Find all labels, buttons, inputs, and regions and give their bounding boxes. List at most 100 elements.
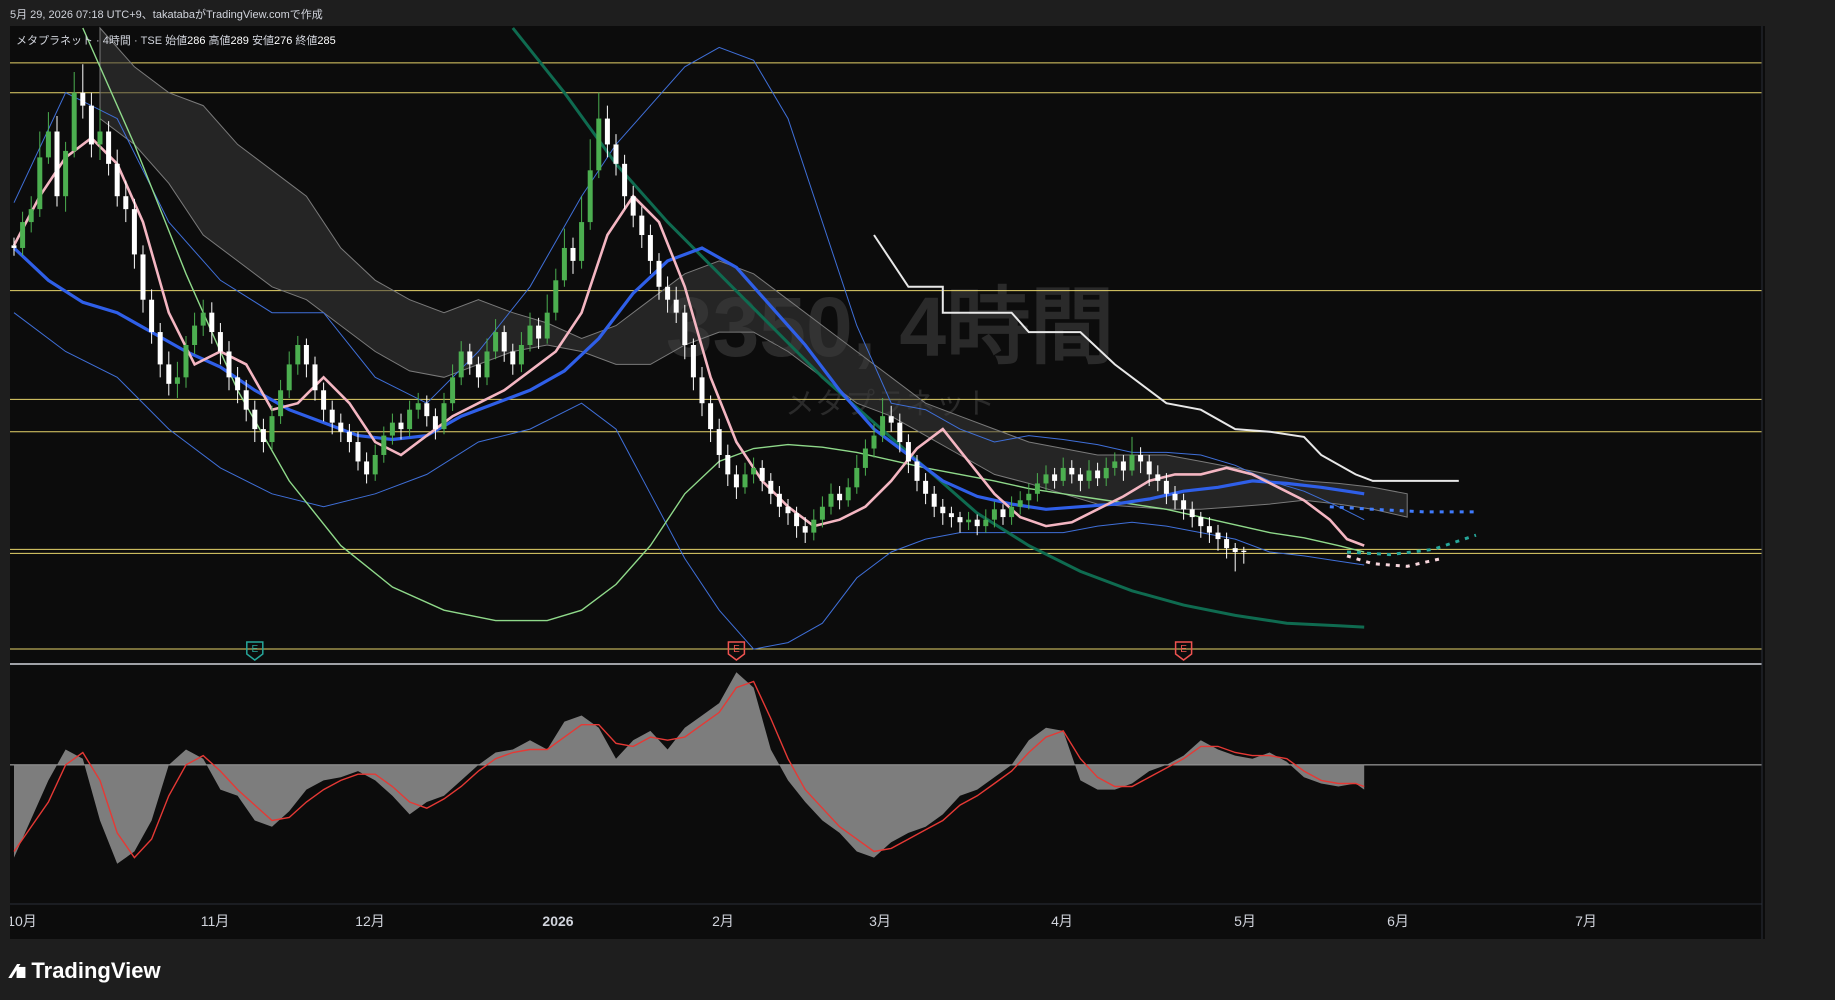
candle-body[interactable] — [708, 403, 714, 430]
candle-body[interactable] — [1034, 483, 1040, 494]
candle-body[interactable] — [570, 247, 576, 261]
candle-body[interactable] — [1077, 474, 1083, 481]
candle-body[interactable] — [501, 332, 507, 352]
candle-body[interactable] — [131, 209, 137, 255]
candle-body[interactable] — [776, 493, 782, 507]
candle-body[interactable] — [407, 409, 413, 430]
candle-body[interactable] — [1009, 506, 1015, 518]
candle-body[interactable] — [862, 448, 868, 468]
candle-body[interactable] — [1206, 526, 1212, 533]
candle-body[interactable] — [458, 351, 464, 378]
candle-body[interactable] — [200, 312, 206, 326]
candle-body[interactable] — [1000, 509, 1006, 518]
candle-body[interactable] — [475, 364, 481, 378]
candle-body[interactable] — [63, 150, 69, 197]
candle-body[interactable] — [794, 513, 800, 527]
candle-body[interactable] — [544, 312, 550, 339]
candle-body[interactable] — [1112, 461, 1118, 468]
tradingview-logo[interactable]: ⁄⁄∎ TradingView — [12, 958, 161, 984]
candle-body[interactable] — [1198, 517, 1204, 527]
candle-body[interactable] — [1232, 548, 1238, 553]
candle-body[interactable] — [802, 526, 808, 533]
candle-body[interactable] — [931, 493, 937, 507]
candle-body[interactable] — [80, 92, 86, 106]
candle-body[interactable] — [303, 345, 309, 365]
candle-body[interactable] — [940, 506, 946, 514]
candle-body[interactable] — [647, 235, 653, 261]
candle-body[interactable] — [97, 131, 103, 145]
candle-body[interactable] — [905, 442, 911, 462]
candle-body[interactable] — [1052, 474, 1058, 481]
candle-body[interactable] — [1129, 454, 1135, 471]
candle-body[interactable] — [71, 92, 77, 151]
candle-body[interactable] — [1215, 532, 1221, 540]
candle-body[interactable] — [587, 170, 593, 223]
candle-body[interactable] — [88, 105, 94, 145]
candle-body[interactable] — [37, 157, 43, 210]
candle-body[interactable] — [450, 377, 456, 404]
candle-body[interactable] — [1060, 467, 1066, 481]
candle-body[interactable] — [518, 345, 524, 365]
candle-body[interactable] — [114, 163, 120, 197]
candle-body[interactable] — [1241, 550, 1247, 553]
candle-body[interactable] — [166, 364, 172, 384]
candle-body[interactable] — [991, 509, 997, 520]
candle-body[interactable] — [1120, 461, 1126, 471]
candle-body[interactable] — [665, 286, 671, 300]
candle-body[interactable] — [1224, 539, 1230, 549]
symbol-legend[interactable]: メタプラネット · 4時間 · TSE 始値286 高値289 安値276 終値… — [16, 33, 336, 47]
candle-body[interactable] — [183, 345, 189, 378]
candle-body[interactable] — [1086, 470, 1092, 481]
candle-body[interactable] — [561, 247, 567, 281]
candle-body[interactable] — [278, 390, 284, 417]
candle-body[interactable] — [355, 442, 361, 462]
candle-body[interactable] — [733, 474, 739, 488]
candle-body[interactable] — [785, 506, 791, 514]
candle-body[interactable] — [28, 209, 34, 223]
candle-body[interactable] — [106, 131, 112, 164]
candle-body[interactable] — [441, 403, 447, 430]
candle-body[interactable] — [123, 196, 129, 210]
price-chart[interactable]: 3350, 4時間メタプラネット EEE 6806005605204804403… — [10, 26, 1765, 939]
candle-body[interactable] — [983, 519, 989, 527]
candle-body[interactable] — [596, 118, 602, 171]
candle-body[interactable] — [235, 377, 241, 391]
candle-body[interactable] — [484, 351, 490, 378]
candle-body[interactable] — [914, 461, 920, 481]
candle-body[interactable] — [837, 493, 843, 501]
candle-body[interactable] — [966, 519, 972, 523]
candle-body[interactable] — [871, 435, 877, 449]
candle-body[interactable] — [1069, 467, 1075, 475]
candle-body[interactable] — [1017, 500, 1023, 507]
candle-body[interactable] — [467, 351, 473, 365]
candle-body[interactable] — [1043, 474, 1049, 484]
candle-body[interactable] — [974, 519, 980, 527]
candle-body[interactable] — [321, 390, 327, 410]
candle-body[interactable] — [828, 493, 834, 507]
candle-body[interactable] — [1026, 493, 1032, 501]
candle-body[interactable] — [510, 351, 516, 365]
candle-body[interactable] — [424, 403, 430, 417]
candle-body[interactable] — [338, 422, 344, 432]
candle-body[interactable] — [329, 409, 335, 423]
candle-body[interactable] — [673, 299, 679, 313]
candle-body[interactable] — [819, 506, 825, 520]
candle-body[interactable] — [243, 390, 249, 410]
candle-body[interactable] — [260, 429, 266, 443]
candle-body[interactable] — [880, 416, 886, 436]
candle-body[interactable] — [295, 345, 301, 365]
candle-body[interactable] — [432, 416, 438, 430]
candle-body[interactable] — [845, 487, 851, 501]
candle-body[interactable] — [742, 474, 748, 488]
candle-body[interactable] — [54, 131, 60, 197]
candle-body[interactable] — [1095, 470, 1101, 479]
candle-body[interactable] — [45, 131, 51, 158]
candle-body[interactable] — [682, 312, 688, 345]
candle-body[interactable] — [579, 222, 585, 261]
candle-body[interactable] — [690, 345, 696, 378]
candle-body[interactable] — [1172, 493, 1178, 501]
candle-body[interactable] — [312, 364, 318, 391]
candle-body[interactable] — [11, 245, 17, 248]
candle-body[interactable] — [613, 144, 619, 164]
candle-body[interactable] — [140, 254, 146, 300]
